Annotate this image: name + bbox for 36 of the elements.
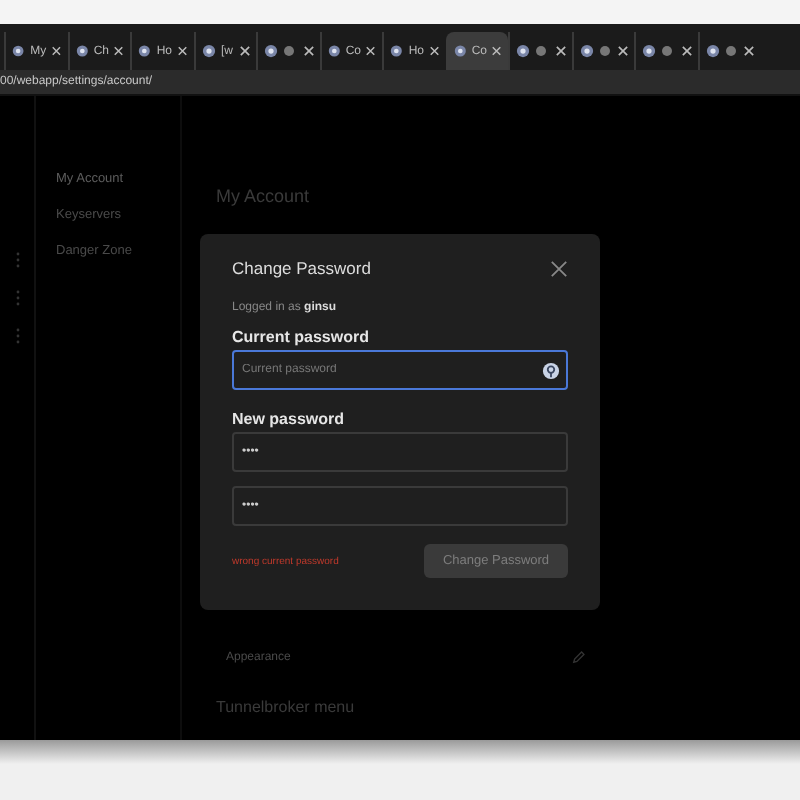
- close-icon[interactable]: [618, 46, 628, 56]
- close-icon[interactable]: [492, 46, 502, 56]
- close-icon[interactable]: [114, 46, 124, 56]
- dot-icon: [599, 46, 609, 56]
- favicon-icon: [12, 44, 25, 58]
- dialog-title: Change Password: [232, 258, 371, 278]
- close-icon[interactable]: [429, 46, 439, 56]
- field-label: New password: [232, 410, 347, 428]
- close-icon[interactable]: [555, 46, 565, 56]
- close-icon[interactable]: [177, 46, 187, 56]
- favicon-icon: [390, 44, 403, 58]
- close-icon[interactable]: [681, 46, 691, 56]
- dot-icon: [725, 46, 735, 56]
- favicon-icon: [516, 44, 530, 58]
- favicon-icon: [579, 44, 593, 58]
- favicon-icon: [201, 44, 215, 58]
- close-icon[interactable]: [52, 46, 61, 56]
- favicon-icon: [138, 44, 151, 58]
- close-icon[interactable]: [303, 46, 313, 56]
- key-icon[interactable]: [542, 361, 560, 379]
- favicon-icon: [264, 44, 278, 58]
- favicon-icon: [705, 44, 719, 58]
- favicon-icon: [453, 44, 466, 58]
- favicon-icon: [75, 44, 88, 58]
- favicon-icon: [327, 44, 340, 58]
- dot-icon: [536, 46, 546, 56]
- close-icon[interactable]: [550, 259, 568, 277]
- page-heading: My Account: [216, 186, 312, 206]
- dot-icon: [284, 46, 294, 56]
- close-icon[interactable]: [744, 46, 754, 56]
- close-icon[interactable]: [240, 46, 250, 56]
- section-heading: Tunnelbroker menu: [216, 698, 357, 716]
- favicon-icon: [642, 44, 656, 58]
- field-label: Current password: [232, 328, 371, 346]
- dot-icon: [662, 46, 672, 56]
- close-icon[interactable]: [366, 46, 376, 56]
